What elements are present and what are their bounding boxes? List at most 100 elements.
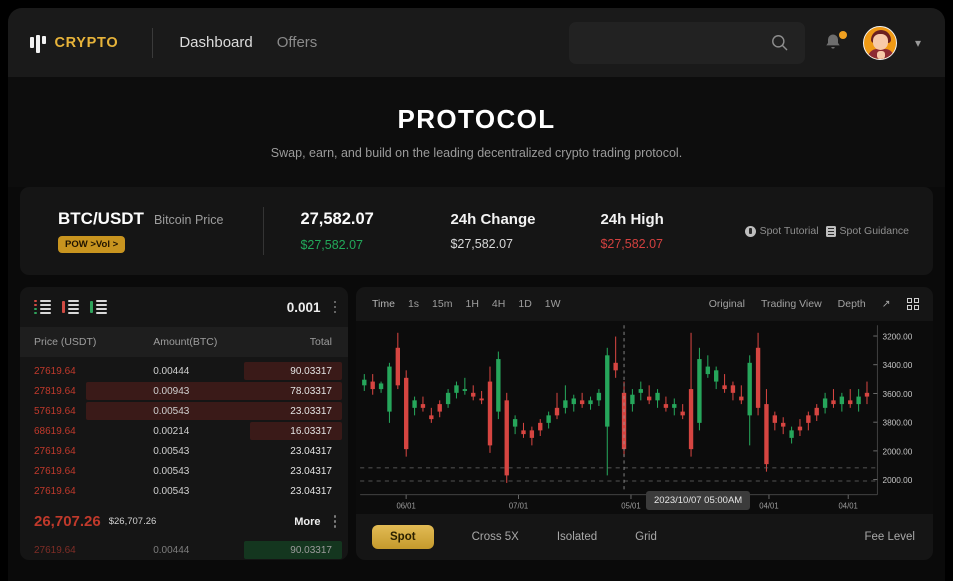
x-axis-tick-label: 06/01	[396, 502, 415, 511]
orderbook-row[interactable]: 27619.64 0.00444 90.03317	[20, 361, 348, 381]
search-icon[interactable]	[770, 33, 789, 52]
chart-view-depth[interactable]: Depth	[838, 298, 866, 310]
orderbook-asks-list: 27619.64 0.00444 90.03317 27819.64 0.00943 78…	[20, 357, 348, 501]
main-content: 0.001 Price (USDT) Amount(BTC) Total 276…	[20, 287, 933, 560]
timeframe-1d[interactable]: 1D	[518, 298, 531, 310]
cell-amount: 0.00543	[153, 465, 190, 477]
orderbook-view-bids-icon[interactable]	[89, 300, 107, 314]
grid-layout-icon[interactable]	[906, 297, 919, 311]
cell-amount: 0.00543	[153, 445, 190, 457]
ticker-price-block: 27,582.07 $27,582.07	[300, 210, 392, 252]
user-avatar[interactable]	[862, 25, 897, 60]
tab-cross-5x[interactable]: Cross 5X	[472, 531, 519, 543]
nav-item-dashboard[interactable]: Dashboard	[179, 34, 252, 51]
mid-price-sub: $26,707.26	[108, 516, 157, 527]
orderbook-grouping-value[interactable]: 0.001	[287, 300, 321, 315]
spot-tutorial-label: Spot Tutorial	[759, 225, 819, 237]
orderbook-row[interactable]: 27619.64 0.00543 23.04317	[20, 461, 348, 481]
y-axis-tick-label: 3600.00	[883, 389, 913, 399]
chart-view-original[interactable]: Original	[709, 298, 745, 310]
header-divider	[152, 27, 154, 58]
nav-item-offers[interactable]: Offers	[277, 34, 318, 51]
orderbook-view-toggles	[34, 300, 107, 314]
orderbook-more-options-icon[interactable]	[333, 300, 336, 314]
cell-total: 78.03317	[290, 385, 332, 397]
tab-isolated[interactable]: Isolated	[557, 531, 597, 543]
ticker-symbol-subtitle: Bitcoin Price	[153, 213, 224, 227]
orderbook-view-both-icon[interactable]	[34, 300, 51, 314]
ticker-pair-block: BTC/USDT Bitcoin Price POW >Vol >	[58, 209, 223, 253]
orderbook-row[interactable]: 27619.64 0.00444 90.03317	[20, 540, 348, 560]
cell-price: 27619.64	[34, 445, 76, 457]
main-nav: Dashboard Offers	[179, 34, 317, 51]
orderbook-row[interactable]: 68619.64 0.00214 16.03317	[20, 421, 348, 441]
orderbook-bids-list: 27619.64 0.00444 90.03317	[20, 540, 348, 560]
cell-total: 90.03317	[290, 365, 332, 377]
tab-grid[interactable]: Grid	[635, 531, 657, 543]
cell-total: 23.04317	[290, 445, 332, 457]
x-axis-tick-label: 04/01	[759, 502, 778, 511]
ticker-high-value: $27,582.07	[600, 237, 663, 251]
column-header-total: Total	[309, 336, 332, 348]
fee-level-link[interactable]: Fee Level	[864, 531, 915, 543]
orderbook-row[interactable]: 27619.64 0.00543 23.04317	[20, 441, 348, 461]
ticker-change-block: 24h Change $27,582.07	[450, 211, 542, 251]
ticker-links: Spot Tutorial Spot Guidance	[744, 225, 909, 237]
cell-price: 27619.64	[34, 465, 76, 477]
ticker-bar: BTC/USDT Bitcoin Price POW >Vol > 27,582…	[20, 187, 933, 275]
trade-mode-tabs: Spot Cross 5X Isolated Grid Fee Level	[356, 514, 933, 560]
chart-toolbar: Time 1s 15m 1H 4H 1D 1W Original Trading View …	[356, 287, 933, 321]
ticker-high-block: 24h High $27,582.07	[600, 211, 692, 251]
cell-amount: 0.00543	[153, 405, 190, 417]
x-axis-tick-label: 05/01	[621, 502, 640, 511]
orderbook-panel: 0.001 Price (USDT) Amount(BTC) Total 276…	[20, 287, 348, 560]
y-axis-tick-label: 3800.00	[883, 417, 913, 427]
cell-amount: 0.00444	[153, 365, 190, 377]
play-circle-icon	[744, 225, 756, 237]
cell-total: 23.04317	[290, 485, 332, 497]
ticker-high-label: 24h High	[600, 211, 664, 228]
candlestick-chart[interactable]: 3200.00 3400.00 3600.00 3800.00 2000.00 2000.…	[356, 321, 933, 514]
orderbook-row[interactable]: 57619.64 0.00543 23.03317	[20, 401, 348, 421]
chart-svg: 3200.00 3400.00 3600.00 3800.00 2000.00 2000.…	[360, 325, 913, 511]
timeframe-4h[interactable]: 4H	[492, 298, 505, 310]
chevron-down-icon[interactable]: ▾	[915, 36, 921, 50]
mid-price-value: 26,707.26	[34, 513, 101, 530]
cell-total: 23.04317	[290, 465, 332, 477]
expand-icon[interactable]: ↗	[882, 298, 891, 310]
brand-logo[interactable]: CRYPTO	[30, 33, 118, 53]
top-header: CRYPTO Dashboard Offers ▾	[8, 8, 945, 77]
hero-subtitle: Swap, earn, and build on the leading dec…	[270, 146, 683, 160]
orderbook-more-button[interactable]: More	[294, 516, 320, 528]
page-title: PROTOCOL	[397, 104, 556, 134]
ticker-divider	[263, 207, 265, 255]
chart-view-trading-view[interactable]: Trading View	[761, 298, 822, 310]
app-window: CRYPTO Dashboard Offers ▾ PROTOCOL Swap,…	[8, 8, 945, 581]
cell-price: 27619.64	[34, 485, 76, 497]
notification-badge-dot	[838, 30, 847, 39]
orderbook-row[interactable]: 27619.64 0.00543 23.04317	[20, 481, 348, 501]
y-axis-tick-label: 2000.00	[883, 475, 913, 485]
hero-section: PROTOCOL Swap, earn, and build on the le…	[8, 77, 945, 187]
timeframe-1h[interactable]: 1H	[465, 298, 478, 310]
orderbook-row[interactable]: 27819.64 0.00943 78.03317	[20, 381, 348, 401]
timeframe-1s[interactable]: 1s	[408, 298, 419, 310]
timeframe-1w[interactable]: 1W	[545, 298, 561, 310]
mid-row-options-icon[interactable]	[333, 515, 336, 528]
orderbook-view-asks-icon[interactable]	[61, 300, 79, 314]
search-input[interactable]	[568, 21, 770, 64]
search-box[interactable]	[568, 21, 805, 64]
cell-amount: 0.00943	[153, 385, 190, 397]
cell-total: 16.03317	[290, 425, 332, 437]
ticker-badge[interactable]: POW >Vol >	[58, 236, 126, 253]
tab-spot[interactable]: Spot	[372, 525, 434, 549]
cell-amount: 0.00214	[153, 425, 190, 437]
spot-tutorial-link[interactable]: Spot Tutorial	[744, 225, 819, 237]
x-axis-tick-label: 04/01	[839, 502, 858, 511]
y-axis-tick-label: 3200.00	[883, 331, 913, 341]
notification-bell-button[interactable]	[823, 30, 847, 55]
orderbook-toolbar: 0.001	[20, 287, 348, 327]
column-header-price: Price (USDT)	[34, 336, 97, 348]
timeframe-15m[interactable]: 15m	[432, 298, 452, 310]
spot-guidance-link[interactable]: Spot Guidance	[825, 225, 909, 237]
